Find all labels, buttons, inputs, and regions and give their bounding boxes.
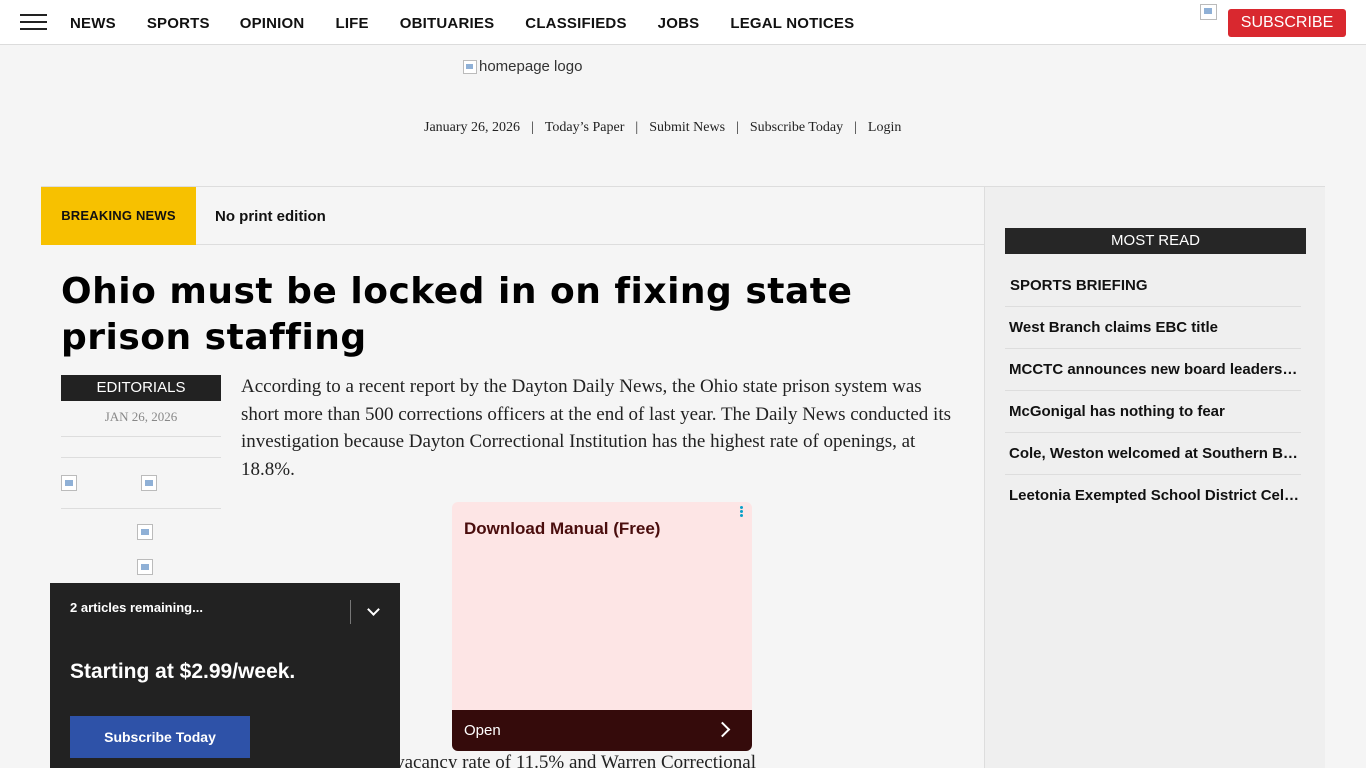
chevron-right-icon: [714, 721, 731, 738]
menu-icon[interactable]: [20, 14, 47, 32]
subscribe-today-link[interactable]: Subscribe Today: [750, 120, 843, 136]
advertisement[interactable]: Download Manual (Free) Open: [452, 502, 752, 751]
login-link[interactable]: Login: [868, 120, 901, 136]
print-icon[interactable]: [137, 559, 153, 575]
homepage-logo[interactable]: homepage logo: [463, 58, 582, 75]
nav-news[interactable]: NEWS: [70, 15, 116, 32]
utility-bar: January 26, 2026 | Today’s Paper | Submi…: [424, 120, 901, 136]
top-navigation-bar: NEWS SPORTS OPINION LIFE OBITUARIES CLAS…: [0, 0, 1366, 45]
nav-jobs[interactable]: JOBS: [658, 15, 700, 32]
most-read-item[interactable]: MCCTC announces new board leaders…: [1005, 349, 1301, 391]
todays-paper-link[interactable]: Today’s Paper: [545, 120, 625, 136]
most-read-heading: MOST READ: [1005, 228, 1306, 254]
nav-obituaries[interactable]: OBITUARIES: [400, 15, 495, 32]
divider: [61, 436, 221, 437]
section-tag-editorials[interactable]: EDITORIALS: [61, 375, 221, 401]
most-read-list: SPORTS BRIEFING West Branch claims EBC t…: [1005, 265, 1301, 517]
divider: [350, 600, 351, 624]
most-read-item[interactable]: SPORTS BRIEFING: [1005, 265, 1301, 307]
ad-cta-bar[interactable]: Open: [452, 710, 752, 751]
broken-image-icon: [463, 59, 477, 74]
logo-alt-text: homepage logo: [479, 58, 583, 75]
main-nav: NEWS SPORTS OPINION LIFE OBITUARIES CLAS…: [70, 15, 885, 32]
nav-sports[interactable]: SPORTS: [147, 15, 210, 32]
separator: |: [736, 120, 739, 135]
breaking-news-text[interactable]: No print edition: [215, 208, 326, 225]
separator: |: [854, 120, 857, 135]
divider: [61, 508, 221, 509]
most-read-item[interactable]: McGonigal has nothing to fear: [1005, 391, 1301, 433]
chevron-down-icon[interactable]: [367, 603, 380, 616]
email-share-icon[interactable]: [137, 524, 153, 540]
ad-open-label: Open: [464, 722, 501, 739]
article-headline: Ohio must be locked in on fixing state p…: [61, 271, 853, 358]
facebook-share-icon[interactable]: [61, 475, 77, 491]
article-date: JAN 26, 2026: [104, 409, 178, 424]
divider: [61, 457, 221, 458]
nav-life[interactable]: LIFE: [335, 15, 368, 32]
subscription-price: Starting at $2.99/week.: [70, 660, 296, 683]
right-sidebar: MOST READ SPORTS BRIEFING West Branch cl…: [984, 186, 1325, 768]
nav-opinion[interactable]: OPINION: [240, 15, 305, 32]
ad-title: Download Manual (Free): [464, 519, 661, 538]
divider: [196, 244, 984, 245]
ad-options-icon[interactable]: [740, 506, 746, 518]
separator: |: [635, 120, 639, 135]
most-read-item[interactable]: Cole, Weston welcomed at Southern B…: [1005, 433, 1301, 475]
subscribe-button[interactable]: SUBSCRIBE: [1228, 9, 1346, 37]
most-read-item[interactable]: Leetonia Exempted School District Cel…: [1005, 475, 1301, 517]
nav-legal-notices[interactable]: LEGAL NOTICES: [730, 15, 854, 32]
paywall-overlay: 2 articles remaining... Starting at $2.9…: [50, 583, 400, 768]
subscribe-today-button[interactable]: Subscribe Today: [70, 716, 250, 758]
article-paragraph: According to a recent report by the Dayt…: [241, 376, 952, 480]
breaking-news-tag: BREAKING NEWS: [41, 187, 196, 245]
submit-news-link[interactable]: Submit News: [649, 120, 725, 136]
articles-remaining: 2 articles remaining...: [70, 600, 203, 615]
separator: |: [531, 120, 534, 135]
current-date: January 26, 2026: [424, 120, 521, 135]
most-read-item[interactable]: West Branch claims EBC title: [1005, 307, 1301, 349]
twitter-share-icon[interactable]: [141, 475, 157, 491]
nav-classifieds[interactable]: CLASSIFIEDS: [525, 15, 626, 32]
broken-image-icon[interactable]: [1200, 4, 1217, 20]
